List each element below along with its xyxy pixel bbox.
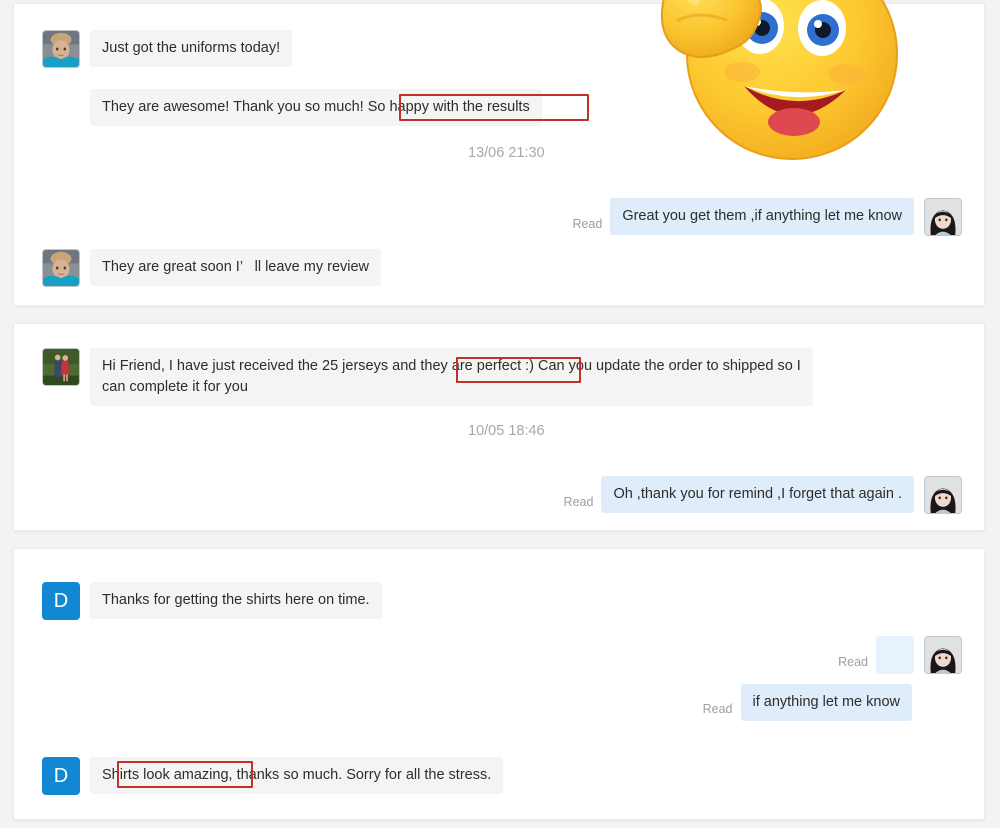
sticker-bubble[interactable]	[876, 636, 914, 712]
message-row-outgoing: Read Great you get them ,if anything let…	[572, 198, 962, 236]
message-row-incoming: Just got the uniforms today!	[42, 30, 293, 68]
read-status: Read	[838, 655, 868, 669]
avatar-letter-d[interactable]: D	[42, 757, 80, 795]
read-status: Read	[702, 702, 733, 717]
avatar-dark-hair-woman[interactable]	[924, 636, 962, 674]
avatar-dark-hair-woman[interactable]	[924, 198, 962, 236]
avatar-dark-hair-woman[interactable]	[924, 476, 962, 514]
avatar-couple-photo[interactable]	[42, 348, 80, 386]
message-bubble[interactable]: Hi Friend, I have just received the 25 j…	[90, 348, 813, 407]
message-row-incoming: They are awesome! Thank you so much! So …	[42, 89, 542, 127]
thumbs-up-smiley-emoji[interactable]	[634, 0, 912, 181]
read-status: Read	[572, 217, 603, 231]
message-bubble[interactable]: if anything let me know	[740, 684, 912, 722]
message-row-incoming: D Thanks for getting the shirts here on …	[42, 582, 382, 620]
avatar-blonde-woman[interactable]	[42, 249, 80, 287]
message-row-outgoing: Read Oh ,thank you for remind ,I forget …	[564, 476, 962, 514]
message-row-incoming: D Shirts look amazing, thanks so much. S…	[42, 757, 504, 795]
message-bubble[interactable]: They are great soon I’ ll leave my revie…	[90, 249, 382, 287]
message-row-incoming: Hi Friend, I have just received the 25 j…	[42, 348, 813, 407]
message-bubble[interactable]: Shirts look amazing, thanks so much. Sor…	[90, 757, 504, 795]
chat-screenshot-page: Just got the uniforms today! They are aw…	[0, 0, 1000, 828]
message-bubble[interactable]: Thanks for getting the shirts here on ti…	[90, 582, 382, 620]
message-row-incoming: They are great soon I’ ll leave my revie…	[42, 249, 382, 287]
message-row-outgoing: Read if anything let me know	[702, 684, 912, 722]
conversation-card-1: Just got the uniforms today! They are aw…	[13, 0, 985, 306]
message-bubble[interactable]: Great you get them ,if anything let me k…	[610, 198, 914, 236]
message-bubble[interactable]: They are awesome! Thank you so much! So …	[90, 89, 542, 127]
avatar-letter-d[interactable]: D	[42, 582, 80, 620]
conversation-card-2: Hi Friend, I have just received the 25 j…	[13, 323, 985, 531]
message-bubble[interactable]: Oh ,thank you for remind ,I forget that …	[601, 476, 914, 514]
timestamp: 13/06 21:30	[468, 145, 545, 161]
message-bubble[interactable]: Just got the uniforms today!	[90, 30, 293, 68]
conversation-card-3: D Thanks for getting the shirts here on …	[13, 548, 985, 820]
headband-smiley-emoji	[879, 639, 911, 712]
timestamp: 10/05 18:46	[468, 423, 545, 439]
message-row-outgoing-sticker: Read	[838, 636, 962, 712]
avatar-blonde-woman[interactable]	[42, 30, 80, 68]
read-status: Read	[563, 495, 594, 509]
